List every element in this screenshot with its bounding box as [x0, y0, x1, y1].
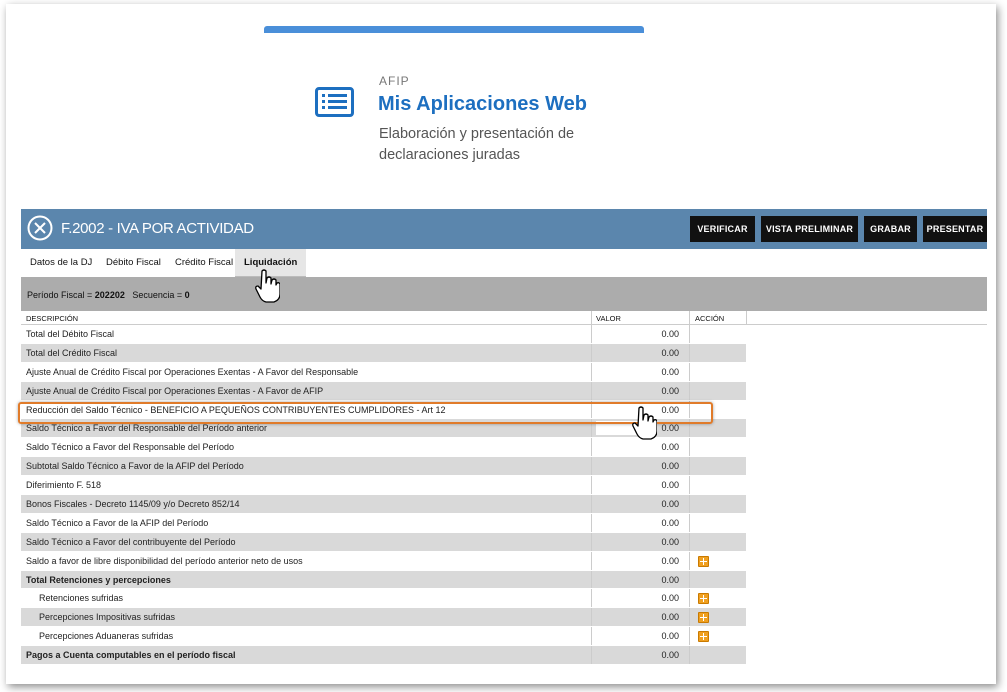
row-description: Total del Débito Fiscal	[26, 329, 115, 339]
table-row[interactable]: Saldo Técnico a Favor del Responsable de…	[21, 438, 746, 458]
row-description: Subtotal Saldo Técnico a Favor de la AFI…	[26, 461, 244, 472]
save-button[interactable]: GRABAR	[864, 216, 917, 242]
tab-credito-fiscal[interactable]: Crédito Fiscal	[166, 249, 242, 277]
table-row[interactable]: Percepciones Impositivas sufridas 0.00	[21, 608, 746, 628]
table-row[interactable]: Ajuste Anual de Crédito Fiscal por Opera…	[21, 381, 746, 401]
card-title[interactable]: Mis Aplicaciones Web	[378, 93, 587, 116]
liquidation-table: DESCRIPCIÓN VALOR ACCIÓN Total del Débit…	[21, 311, 987, 666]
table-row[interactable]: Saldo Técnico a Favor de la AFIP del Per…	[21, 513, 746, 533]
verify-button[interactable]: VERIFICAR	[690, 216, 755, 242]
list-icon	[315, 87, 354, 117]
table-row[interactable]: Pagos a Cuenta computables en el período…	[21, 646, 746, 666]
table-body: Total del Débito Fiscal 0.00 Total del Cré…	[21, 325, 987, 666]
row-description: Bonos Fiscales - Decreto 1145/09 y/o Dec…	[26, 499, 240, 510]
row-description: Saldo Técnico a Favor de la AFIP del Per…	[26, 517, 209, 528]
screenshot-frame: AFIP Mis Aplicaciones Web Elaboración y …	[6, 4, 996, 684]
row-value: 0.00	[661, 612, 679, 623]
afip-app-card: AFIP Mis Aplicaciones Web Elaboración y …	[264, 26, 644, 186]
row-value: 0.00	[661, 461, 679, 472]
table-row[interactable]: Subtotal Saldo Técnico a Favor de la AFI…	[21, 457, 746, 477]
row-value: 0.00	[661, 499, 679, 510]
period-bar: Período Fiscal = 202202 Secuencia = 0	[21, 277, 987, 311]
row-highlight-box	[18, 402, 713, 424]
row-description: Retenciones sufridas	[39, 593, 124, 604]
table-row[interactable]: Percepciones Aduaneras sufridas 0.00	[21, 627, 746, 647]
add-icon[interactable]	[698, 593, 709, 605]
sequence-value: 0	[184, 290, 190, 300]
row-description: Percepciones Aduaneras sufridas	[39, 631, 174, 642]
card-description: Elaboración y presentación de declaracio…	[379, 126, 575, 163]
table-header: DESCRIPCIÓN VALOR ACCIÓN	[21, 311, 987, 325]
row-value: 0.00	[661, 536, 679, 547]
form-title: F.2002 - IVA POR ACTIVIDAD	[61, 220, 254, 237]
table-row[interactable]: Ajuste Anual de Crédito Fiscal por Opera…	[21, 362, 746, 382]
table-row[interactable]: Total Retenciones y percepciones 0.00	[21, 570, 746, 590]
row-value: 0.00	[661, 385, 679, 396]
row-value: 0.00	[661, 480, 679, 491]
header-description: DESCRIPCIÓN	[26, 314, 79, 323]
submit-button[interactable]: PRESENTAR	[923, 216, 987, 242]
row-description: Saldo Técnico a Favor del Responsable de…	[26, 442, 234, 453]
table-row[interactable]: Saldo a favor de libre disponibilidad de…	[21, 551, 746, 571]
table-row[interactable]: Bonos Fiscales - Decreto 1145/09 y/o Dec…	[21, 495, 746, 514]
preview-button[interactable]: VISTA PRELIMINAR	[761, 216, 858, 242]
row-description: Saldo Técnico a Favor del contribuyente …	[26, 536, 236, 547]
row-value: 0.00	[661, 347, 679, 358]
table-row[interactable]: Total del Débito Fiscal 0.00	[21, 325, 746, 344]
row-value: 0.00	[661, 366, 679, 377]
tab-debito-fiscal[interactable]: Débito Fiscal	[97, 249, 170, 277]
row-value: 0.00	[661, 329, 679, 339]
row-description: Saldo a favor de libre disponibilidad de…	[26, 555, 303, 566]
row-description: Percepciones Impositivas sufridas	[39, 612, 176, 623]
form-header: F.2002 - IVA POR ACTIVIDAD VERIFICAR VIS…	[21, 209, 987, 249]
card-top-bar	[264, 26, 644, 33]
row-description: Diferimiento F. 518	[26, 480, 102, 491]
header-value: VALOR	[596, 314, 621, 323]
add-icon[interactable]	[698, 612, 709, 624]
card-org-label: AFIP	[379, 74, 410, 88]
row-value: 0.00	[661, 555, 679, 566]
tab-datos-dj[interactable]: Datos de la DJ	[21, 249, 101, 277]
header-action: ACCIÓN	[695, 314, 725, 323]
table-row[interactable]: Retenciones sufridas 0.00	[21, 589, 746, 609]
table-row[interactable]: Diferimiento F. 518 0.00	[21, 476, 746, 496]
row-value: 0.00	[661, 442, 679, 453]
hand-cursor-icon	[255, 269, 280, 303]
row-description: Ajuste Anual de Crédito Fiscal por Opera…	[26, 366, 359, 377]
row-description: Pagos a Cuenta computables en el período…	[26, 650, 236, 661]
row-value: 0.00	[661, 517, 679, 528]
period-value: 202202	[94, 290, 125, 300]
period-label: Período Fiscal =	[27, 290, 93, 300]
close-icon[interactable]	[27, 215, 53, 241]
row-value: 0.00	[661, 650, 679, 661]
row-description: Total Retenciones y percepciones	[26, 574, 171, 585]
row-value: 0.00	[661, 593, 679, 604]
row-description: Ajuste Anual de Crédito Fiscal por Opera…	[26, 385, 324, 396]
table-row[interactable]: Total del Crédito Fiscal 0.00	[21, 343, 746, 363]
hand-cursor-icon	[632, 406, 657, 440]
row-value: 0.00	[661, 631, 679, 642]
table-row[interactable]: Saldo Técnico a Favor del contribuyente …	[21, 532, 746, 552]
add-icon[interactable]	[698, 631, 709, 643]
row-description: Saldo Técnico a Favor del Responsable de…	[26, 423, 267, 434]
tab-bar: Datos de la DJ Débito Fiscal Crédito Fis…	[21, 249, 987, 277]
row-description: Total del Crédito Fiscal	[26, 347, 118, 358]
row-value: 0.00	[661, 574, 679, 585]
sequence-label: Secuencia =	[132, 290, 183, 300]
add-icon[interactable]	[698, 555, 709, 567]
